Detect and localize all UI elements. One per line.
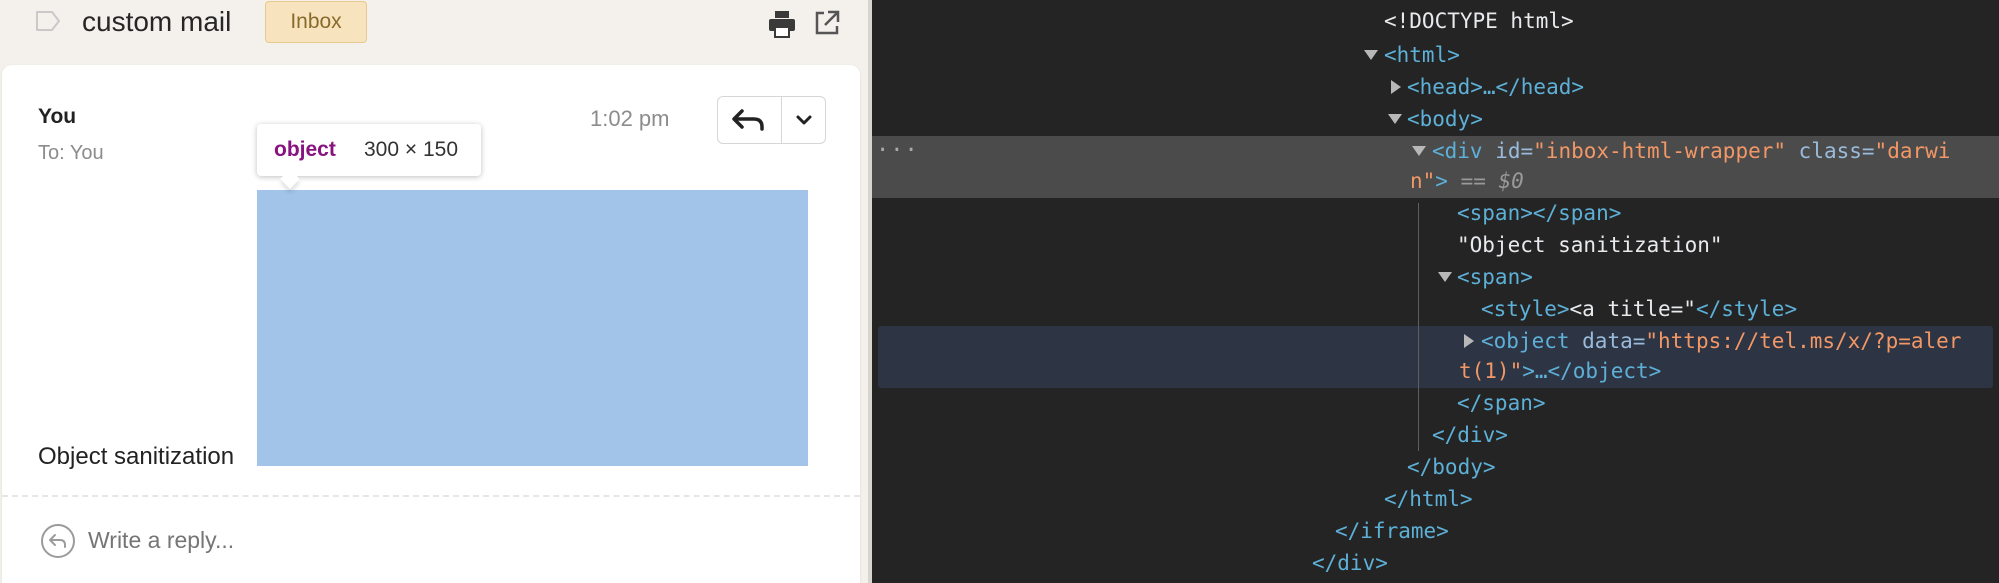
dom-head[interactable]: <head>…</head> xyxy=(1407,72,1584,102)
dom-span-close[interactable]: </span> xyxy=(1457,388,1546,418)
dom-iframe-close[interactable]: </iframe> xyxy=(1335,516,1449,546)
style-content: <a title=" xyxy=(1569,297,1696,321)
div-id-value: "inbox-html-wrapper" xyxy=(1533,139,1787,163)
body-close-tag: </body> xyxy=(1407,455,1496,479)
text-node: "Object sanitization" xyxy=(1457,233,1723,257)
recipient-line: To: You xyxy=(38,142,104,164)
label-outline-icon[interactable] xyxy=(34,10,62,32)
expand-head-toggle[interactable] xyxy=(1391,80,1401,94)
span-open-tag: <span> xyxy=(1457,265,1533,289)
tree-guide-line xyxy=(1418,203,1419,451)
dom-html-close[interactable]: </html> xyxy=(1384,484,1473,514)
expand-html-toggle[interactable] xyxy=(1364,50,1378,60)
chevron-down-icon xyxy=(796,115,812,125)
object-element-highlight[interactable] xyxy=(257,190,808,466)
span-close-tag: </span> xyxy=(1457,391,1546,415)
reply-icon xyxy=(732,109,764,131)
div-class-attr: class= xyxy=(1786,139,1875,163)
expand-object-toggle[interactable] xyxy=(1464,334,1474,348)
sender-name: You xyxy=(38,105,77,128)
expand-span-toggle[interactable] xyxy=(1438,272,1452,282)
reply-divider xyxy=(2,495,860,497)
doctype-text: <!DOCTYPE html> xyxy=(1384,9,1574,33)
dom-span-empty[interactable]: <span></span> xyxy=(1457,198,1621,228)
devtools-elements-panel: ··· <!DOCTYPE html> <html> <head>…</head… xyxy=(872,0,1999,583)
mail-pane: custom mail Inbox You To: You 1:02 pm Ob… xyxy=(0,0,870,583)
mail-subject: custom mail xyxy=(82,6,232,37)
selected-node-marker: == $0 xyxy=(1447,169,1524,193)
span-empty-tag: <span></span> xyxy=(1457,201,1622,225)
expand-body-toggle[interactable] xyxy=(1388,114,1402,124)
dom-div-wrapper-line2[interactable]: n"> == $0 xyxy=(1410,166,1524,196)
dom-div-close[interactable]: </div> xyxy=(1432,420,1508,450)
tooltip-arrow xyxy=(280,169,300,189)
iframe-close-tag: </iframe> xyxy=(1335,519,1449,543)
reply-options-button[interactable] xyxy=(782,97,826,143)
dom-div-wrapper-line1[interactable]: <div id="inbox-html-wrapper" class="darw… xyxy=(1432,136,1950,166)
dom-doctype[interactable]: <!DOCTYPE html> xyxy=(1384,6,1574,36)
div-close-tag: </div> xyxy=(1432,423,1508,447)
object-data-attr: data= xyxy=(1569,329,1646,353)
tooltip-dimensions: 300 × 150 xyxy=(364,138,459,161)
div-close-bracket: > xyxy=(1435,169,1448,193)
reply-circle-icon xyxy=(41,524,75,558)
head-tag: <head>…</head> xyxy=(1407,75,1585,99)
dom-outer-div-close[interactable]: </div> xyxy=(1312,548,1388,578)
object-close-tag: >…</object> xyxy=(1522,359,1662,383)
tooltip-tag-name: object xyxy=(274,138,336,161)
style-close-tag: </style> xyxy=(1695,297,1798,321)
dom-object-line2[interactable]: t(1)">…</object> xyxy=(1459,356,1661,386)
reply-button[interactable] xyxy=(718,97,782,143)
message-body-text: Object sanitization xyxy=(38,443,235,470)
dom-span-open[interactable]: <span> xyxy=(1457,262,1533,292)
style-open-tag: <style> xyxy=(1481,297,1570,321)
inspector-tooltip: object 300 × 150 xyxy=(257,124,481,189)
inbox-label-badge[interactable]: Inbox xyxy=(265,1,367,43)
dom-body-close[interactable]: </body> xyxy=(1407,452,1496,482)
object-data-value: "https://tel.ms/x/?p=aler xyxy=(1645,329,1962,353)
popout-icon[interactable] xyxy=(812,8,842,38)
div-id-attr: id= xyxy=(1482,139,1534,163)
dom-object-line1[interactable]: <object data="https://tel.ms/x/?p=aler xyxy=(1481,326,1961,356)
dom-body-open[interactable]: <body> xyxy=(1407,104,1483,134)
body-open-tag: <body> xyxy=(1407,107,1483,131)
html-close-tag: </html> xyxy=(1384,487,1473,511)
message-time: 1:02 pm xyxy=(590,106,670,131)
reply-button-group xyxy=(717,96,826,144)
div-open-tag: <div xyxy=(1432,139,1483,163)
reply-input[interactable] xyxy=(88,527,588,554)
mail-header: custom mail Inbox xyxy=(0,0,870,62)
print-icon[interactable] xyxy=(766,8,798,40)
message-card: You To: You 1:02 pm Object sanitization … xyxy=(2,65,860,583)
dom-text-node[interactable]: "Object sanitization" xyxy=(1457,230,1723,260)
outer-div-close-tag: </div> xyxy=(1312,551,1388,575)
dom-style[interactable]: <style><a title="</style> xyxy=(1481,294,1797,324)
dom-html-open[interactable]: <html> xyxy=(1384,40,1460,70)
div-class-value-cont: n" xyxy=(1410,169,1436,193)
object-open-tag: <object xyxy=(1481,329,1570,353)
expand-div-toggle[interactable] xyxy=(1412,146,1426,156)
more-options-icon[interactable]: ··· xyxy=(876,136,918,166)
html-open-tag: <html> xyxy=(1384,43,1460,67)
div-class-value: "darwi xyxy=(1874,139,1951,163)
object-data-value-cont: t(1)" xyxy=(1459,359,1523,383)
